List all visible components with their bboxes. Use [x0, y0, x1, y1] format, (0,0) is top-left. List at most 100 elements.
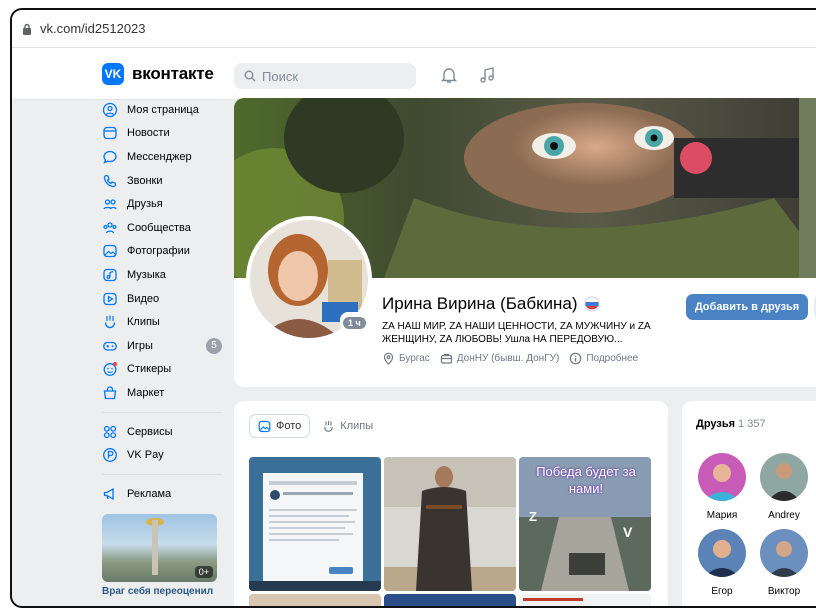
clips-icon: [104, 315, 116, 329]
sidebar-item-label: Сервисы: [127, 425, 173, 438]
friend-name: Виктор: [767, 586, 801, 597]
sidebar-item-label: Мессенджер: [127, 150, 192, 163]
sidebar-item-label: Моя страница: [127, 103, 199, 116]
user-circle-icon: [102, 102, 118, 117]
vkpay-icon: [103, 448, 117, 463]
tab-clips[interactable]: Клипы: [314, 414, 381, 438]
news-icon: [103, 127, 117, 140]
sidebar-item-label: Стикеры: [127, 363, 172, 376]
sidebar-item-clips[interactable]: Клипы: [102, 310, 222, 334]
sidebar-item-label: Клипы: [127, 316, 160, 329]
media-block: Фото Клипы Z V Победа будет за нами!: [234, 401, 668, 608]
photo-thumb[interactable]: [249, 457, 381, 591]
music-note-icon[interactable]: [478, 66, 496, 84]
friend-item[interactable]: Егор: [692, 529, 752, 597]
profile-city[interactable]: Бургас: [382, 352, 430, 365]
sidebar-item-market[interactable]: Маркет: [102, 381, 222, 405]
friend-item[interactable]: Виктор: [754, 529, 814, 597]
sidebar-item-music[interactable]: Музыка: [102, 263, 222, 287]
clips-tab-icon: [324, 420, 334, 432]
friends-header[interactable]: Друзья 1 357: [696, 418, 766, 430]
add-friend-button[interactable]: Добавить в друзья: [686, 294, 808, 320]
sidebar-item-label: Фотографии: [127, 245, 190, 258]
lock-icon: [23, 23, 31, 35]
photo-thumb[interactable]: [519, 594, 651, 608]
sidebar-item-ads[interactable]: Реклама: [102, 482, 222, 506]
logo-text: вконтакте: [132, 64, 214, 83]
briefcase-icon: [440, 353, 452, 364]
sidebar-item-games[interactable]: Игры 5: [102, 334, 222, 358]
sidebar-item-label: Друзья: [127, 198, 163, 211]
sidebar-item-calls[interactable]: Звонки: [102, 169, 222, 193]
vk-header: VK вконтакте Поиск: [12, 48, 816, 100]
friend-item[interactable]: Мария: [692, 453, 752, 521]
friend-avatar: [698, 529, 746, 577]
sidebar-item-photos[interactable]: Фотографии: [102, 240, 222, 264]
photo-thumb[interactable]: [384, 594, 516, 608]
friend-name: Andrey: [768, 510, 800, 521]
photo-thumb[interactable]: [384, 457, 516, 591]
profile-info: Бургас ДонНУ (бывш. ДонГУ) Подробнее: [382, 352, 648, 365]
sidebar-item-services[interactable]: Сервисы: [102, 420, 222, 444]
sidebar-item-label: Новости: [127, 127, 170, 140]
video-icon: [103, 292, 117, 305]
sidebar-item-label: VK Pay: [127, 449, 164, 462]
promo-caption[interactable]: Враг себя переоценил: [102, 586, 222, 597]
market-icon: [103, 386, 117, 400]
friends-icon: [103, 199, 117, 210]
sidebar-item-communities[interactable]: Сообщества: [102, 216, 222, 240]
info-icon: [570, 352, 582, 365]
profile-name: Ирина Вирина (Бабкина): [382, 294, 578, 313]
sidebar-item-video[interactable]: Видео: [102, 287, 222, 311]
profile-status: ZА НАШ МИР, ZА НАШИ ЦЕННОСТИ, ZА МУЖЧИНУ…: [382, 321, 651, 345]
games-badge: 5: [206, 337, 222, 354]
phone-icon: [103, 174, 117, 187]
bell-icon[interactable]: [440, 66, 458, 84]
url-text: vk.com/id2512023: [40, 21, 146, 36]
left-sidebar: Моя страница Новости Мессенджер Звонки Д…: [102, 98, 222, 597]
vk-logo[interactable]: VK вконтакте: [102, 63, 214, 85]
friend-item[interactable]: Andrey: [754, 453, 814, 521]
promo-image[interactable]: 0+: [102, 513, 217, 582]
friend-name: Егор: [711, 586, 733, 597]
sidebar-item-friends[interactable]: Друзья: [102, 192, 222, 216]
city-text: Бургас: [399, 353, 430, 364]
photo-icon: [258, 420, 271, 432]
education-text: ДонНУ (бывш. ДонГУ): [456, 353, 560, 364]
friend-avatar: [760, 453, 808, 501]
search-input[interactable]: Поиск: [234, 63, 416, 89]
vk-logo-icon: VK: [102, 63, 124, 85]
message-icon: [103, 150, 117, 164]
browser-window: vk.com/id2512023 VK вконтакте Поиск Моя …: [10, 8, 816, 608]
tab-label: Клипы: [340, 420, 374, 432]
sidebar-item-label: Музыка: [127, 268, 166, 281]
profile-education[interactable]: ДонНУ (бывш. ДонГУ): [440, 352, 560, 365]
svg-text:V: V: [623, 524, 633, 540]
address-bar[interactable]: vk.com/id2512023: [12, 10, 816, 48]
sidebar-item-label: Реклама: [127, 487, 172, 500]
location-icon: [383, 352, 394, 365]
sidebar-item-news[interactable]: Новости: [102, 122, 222, 146]
sidebar-item-messenger[interactable]: Мессенджер: [102, 145, 222, 169]
photos-icon: [103, 245, 117, 258]
tab-photos[interactable]: Фото: [249, 414, 311, 438]
friend-avatar: [760, 529, 808, 577]
ads-icon: [103, 487, 114, 500]
profile-avatar[interactable]: 1 ч: [246, 216, 372, 342]
tab-label: Фото: [276, 420, 302, 432]
sidebar-item-vkpay[interactable]: VK Pay: [102, 443, 222, 467]
sidebar-item-label: Видео: [127, 292, 160, 305]
age-badge: 0+: [194, 565, 213, 578]
games-icon: [103, 341, 117, 351]
friend-name: Мария: [706, 510, 738, 521]
sidebar-item-stickers[interactable]: Стикеры: [102, 358, 222, 382]
sidebar-item-label: Звонки: [127, 174, 163, 187]
sidebar-item-label: Сообщества: [127, 221, 191, 234]
profile-more-link[interactable]: Подробнее: [569, 352, 638, 365]
photo-thumb[interactable]: [249, 594, 381, 608]
sidebar-item-my-page[interactable]: Моя страница: [102, 98, 222, 122]
friend-avatar: [698, 453, 746, 501]
sidebar-item-label: Маркет: [127, 386, 165, 399]
online-time: 1 ч: [343, 317, 366, 329]
stickers-icon: [103, 362, 117, 377]
